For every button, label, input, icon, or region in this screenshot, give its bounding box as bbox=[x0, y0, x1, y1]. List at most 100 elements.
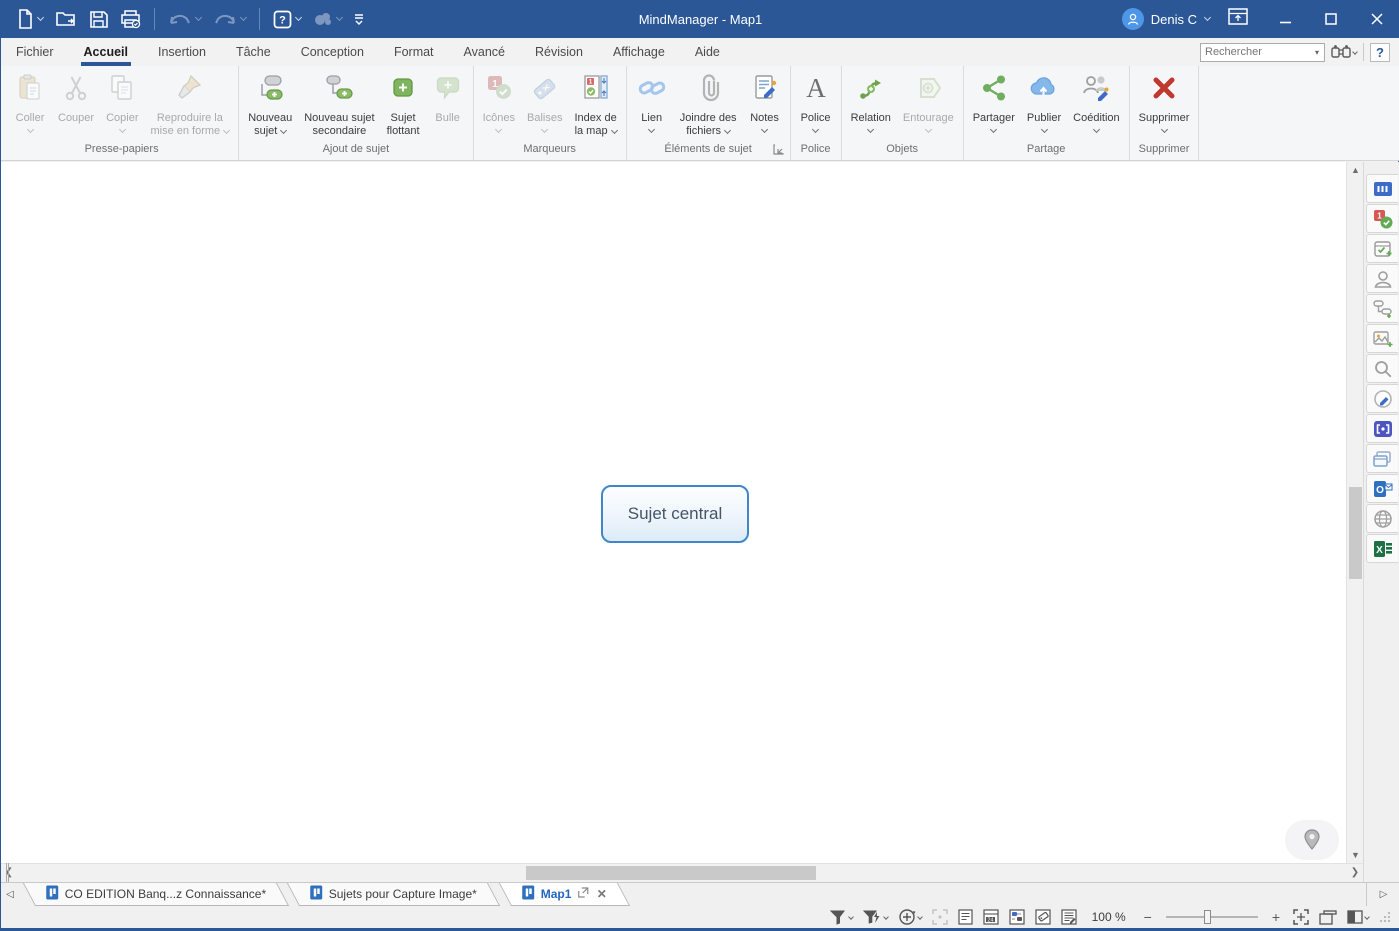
print-icon[interactable] bbox=[115, 4, 146, 34]
svg-text:O: O bbox=[1376, 485, 1384, 496]
relation-button[interactable]: Relation bbox=[845, 68, 897, 140]
vertical-scrollbar[interactable]: ▲ ▼ bbox=[1346, 162, 1363, 863]
find-icon[interactable] bbox=[1331, 44, 1357, 60]
ribbon-tab-avance[interactable]: Avancé bbox=[449, 38, 520, 66]
resize-grip[interactable] bbox=[1376, 907, 1394, 927]
help-button[interactable]: ? bbox=[1370, 43, 1390, 62]
ribbon-tab-format[interactable]: Format bbox=[379, 38, 449, 66]
schedule-view-icon[interactable] bbox=[1006, 907, 1028, 927]
notes-button[interactable]: Notes bbox=[743, 68, 787, 140]
police-button[interactable]: APolice bbox=[794, 68, 838, 140]
horizontal-scroll-thumb[interactable] bbox=[526, 866, 816, 880]
map-canvas[interactable]: Sujet central bbox=[1, 162, 1346, 863]
zoom-slider[interactable] bbox=[1166, 907, 1258, 927]
map-parts-icon[interactable] bbox=[1366, 294, 1398, 323]
scroll-left-icon[interactable]: ❮ bbox=[1, 864, 17, 883]
tab-scroll-right-icon[interactable]: ▷ bbox=[1366, 883, 1399, 906]
lien-button[interactable]: Lien bbox=[630, 68, 674, 140]
windows-icon[interactable] bbox=[1366, 444, 1398, 473]
resources-icon[interactable] bbox=[1366, 264, 1398, 293]
locate-pin-button[interactable] bbox=[1285, 820, 1339, 860]
user-menu-chevron-icon[interactable] bbox=[1204, 14, 1211, 21]
document-tab-map1[interactable]: Map1✕ bbox=[498, 883, 629, 906]
partager-button[interactable]: Partager bbox=[967, 68, 1021, 140]
close-button[interactable] bbox=[1354, 0, 1399, 38]
document-tab-co-edition-banq-z-connaissance[interactable]: CO EDITION Banq...z Connaissance* bbox=[23, 883, 290, 906]
gantt-view-icon[interactable]: 24 bbox=[980, 907, 1002, 927]
joindre-des-fichiers-button[interactable]: Joindre des fichiers bbox=[674, 68, 743, 140]
vertical-scroll-thumb[interactable] bbox=[1349, 487, 1362, 579]
new-document-icon[interactable] bbox=[11, 4, 48, 34]
attach-files-icon bbox=[692, 72, 724, 109]
zoom-slider-thumb[interactable] bbox=[1204, 910, 1211, 924]
open-file-icon[interactable] bbox=[50, 4, 82, 34]
search-box[interactable]: ▾ bbox=[1200, 43, 1325, 62]
task-info-icon[interactable] bbox=[1366, 234, 1398, 263]
close-tab-icon[interactable]: ✕ bbox=[596, 887, 606, 901]
power-filter-icon[interactable] bbox=[860, 907, 891, 927]
central-topic[interactable]: Sujet central bbox=[601, 485, 749, 543]
reproduire-la-mise-en-forme-button: Reproduire la mise en forme bbox=[144, 68, 235, 140]
horizontal-scrollbar[interactable]: ❮ ❯ bbox=[1, 863, 1363, 882]
notes-view-icon[interactable] bbox=[1058, 907, 1080, 927]
filter-icon[interactable] bbox=[827, 907, 856, 927]
icon-markers-icon: 1 bbox=[483, 72, 515, 109]
zoom-out-button[interactable]: − bbox=[1138, 909, 1158, 925]
document-tab-sujets-pour-capture-image[interactable]: Sujets pour Capture Image* bbox=[287, 883, 500, 906]
search-dropdown-icon[interactable]: ▾ bbox=[1310, 48, 1324, 57]
customize-quick-access-toolbar-icon[interactable] bbox=[349, 4, 369, 34]
icon-markers-icon[interactable]: 1 bbox=[1366, 204, 1398, 233]
index-de-la-map-button[interactable]: 1Index de la map bbox=[568, 68, 622, 140]
refresh-map-icon[interactable] bbox=[895, 907, 925, 927]
scroll-down-icon[interactable]: ▼ bbox=[1347, 847, 1364, 863]
button-label: Partager bbox=[973, 112, 1015, 125]
float-window-icon[interactable] bbox=[577, 887, 588, 901]
tab-scroll-left-icon[interactable]: ◁ bbox=[1, 883, 19, 906]
ribbon-display-options-icon[interactable] bbox=[1228, 8, 1248, 30]
ribbon-group-label: Supprimer bbox=[1133, 140, 1196, 160]
ribbon-tab-affichage[interactable]: Affichage bbox=[598, 38, 680, 66]
search-input[interactable] bbox=[1201, 46, 1310, 58]
outline-view-icon[interactable] bbox=[955, 907, 976, 927]
map-library-icon[interactable] bbox=[1366, 174, 1398, 203]
ribbon-tab-tache[interactable]: Tâche bbox=[221, 38, 286, 66]
ribbon-tab-accueil[interactable]: Accueil bbox=[69, 38, 143, 66]
edit-pen-icon[interactable] bbox=[1366, 384, 1398, 413]
fit-map-icon[interactable] bbox=[1290, 907, 1312, 927]
ribbon-tab-conception[interactable]: Conception bbox=[286, 38, 379, 66]
dialog-launcher-icon[interactable] bbox=[773, 143, 785, 155]
zoom-level: 100 % bbox=[1084, 910, 1134, 924]
tag-view-icon[interactable] bbox=[1032, 907, 1054, 927]
ribbon-tab-fichier[interactable]: Fichier bbox=[1, 38, 69, 66]
svg-text:24: 24 bbox=[987, 917, 993, 923]
presentation-icon[interactable] bbox=[1316, 907, 1340, 927]
save-icon[interactable] bbox=[84, 4, 113, 34]
scroll-up-icon[interactable]: ▲ bbox=[1347, 162, 1364, 178]
callout-icon bbox=[432, 72, 464, 109]
publier-button[interactable]: Publier bbox=[1021, 68, 1067, 140]
web-icon[interactable] bbox=[1366, 504, 1398, 533]
images-icon[interactable] bbox=[1366, 324, 1398, 353]
ribbon-tab-insertion[interactable]: Insertion bbox=[143, 38, 221, 66]
minimize-button[interactable] bbox=[1262, 0, 1308, 38]
user-avatar[interactable] bbox=[1122, 8, 1144, 30]
zoom-in-button[interactable]: + bbox=[1266, 909, 1286, 925]
help-icon[interactable]: ? bbox=[268, 4, 306, 34]
outlook-icon[interactable]: O bbox=[1366, 474, 1398, 503]
maximize-button[interactable] bbox=[1308, 0, 1354, 38]
capture-icon[interactable] bbox=[1366, 414, 1398, 443]
ribbon-tab-revision[interactable]: Révision bbox=[520, 38, 598, 66]
coedition-button[interactable]: Coédition bbox=[1067, 68, 1125, 140]
nouveau-sujet-secondaire-button[interactable]: Nouveau sujet secondaire bbox=[298, 68, 380, 140]
entourage-button: Entourage bbox=[897, 68, 960, 140]
split-view-icon[interactable] bbox=[1344, 907, 1372, 927]
sujet-flottant-button[interactable]: Sujet flottant bbox=[381, 68, 426, 140]
nouveau-sujet-button[interactable]: Nouveau sujet bbox=[242, 68, 298, 140]
user-name[interactable]: Denis C bbox=[1151, 12, 1197, 27]
delete-icon bbox=[1148, 72, 1180, 109]
search-icon[interactable] bbox=[1366, 354, 1398, 383]
scroll-right-icon[interactable]: ❯ bbox=[1347, 864, 1363, 883]
ribbon-tab-aide[interactable]: Aide bbox=[680, 38, 735, 66]
excel-icon[interactable]: X bbox=[1366, 534, 1398, 563]
supprimer-button[interactable]: Supprimer bbox=[1133, 68, 1196, 140]
